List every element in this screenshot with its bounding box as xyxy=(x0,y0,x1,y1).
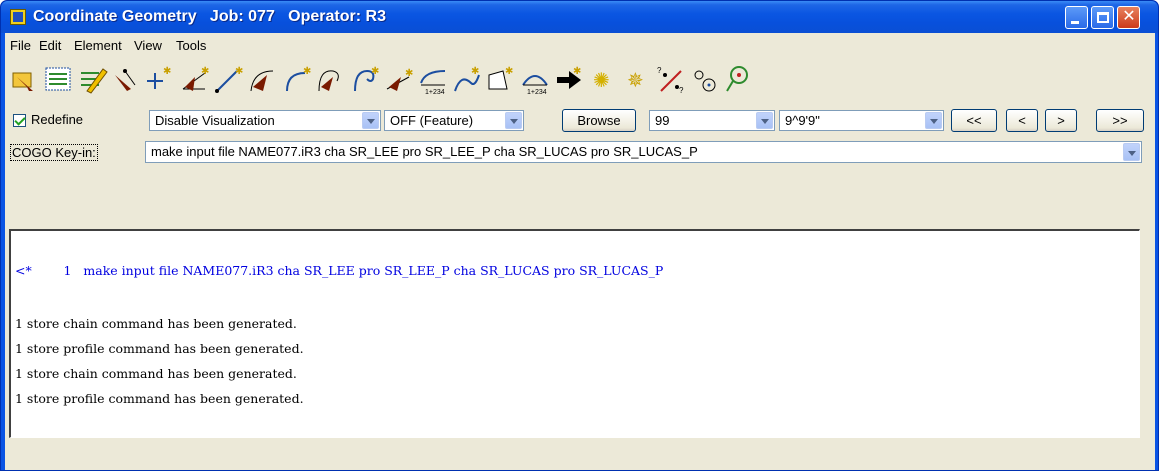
store-point-icon[interactable]: ✱ xyxy=(145,63,177,97)
output-message: 1 store chain command has been generated… xyxy=(15,316,297,331)
close-icon: ✕ xyxy=(1122,8,1136,25)
list-points-icon[interactable] xyxy=(43,63,75,97)
angle-select[interactable]: 9^9'9" xyxy=(779,110,944,131)
line-icon[interactable]: ✱ xyxy=(213,63,245,97)
minimize-icon xyxy=(1071,21,1079,24)
keyin-label: COGO Key-in: xyxy=(10,144,98,161)
search-icon[interactable] xyxy=(723,63,755,97)
edit-points-icon[interactable] xyxy=(77,63,109,97)
chevron-down-icon[interactable] xyxy=(925,112,942,129)
svg-text:?: ? xyxy=(679,86,684,95)
cogo-app-icon[interactable] xyxy=(10,9,26,25)
profile-stationing-icon[interactable]: 1+234 xyxy=(519,63,551,97)
angle-value: 9^9'9" xyxy=(785,113,820,128)
svg-text:✱: ✱ xyxy=(471,66,479,77)
alignment-icon[interactable]: ✱ xyxy=(451,63,483,97)
menu-bar: File Edit Element View Tools xyxy=(5,35,1155,57)
number-select[interactable]: 99 xyxy=(649,110,775,131)
spiral-icon[interactable] xyxy=(315,63,347,97)
output-command-line: <* 1 make input file NAME077.iR3 cha SR_… xyxy=(15,263,664,278)
first-button[interactable]: << xyxy=(951,109,997,132)
last-button[interactable]: >> xyxy=(1096,109,1144,132)
angle-icon[interactable]: ✱ xyxy=(179,63,211,97)
svg-text:✵: ✵ xyxy=(627,70,644,92)
svg-text:✺: ✺ xyxy=(593,70,610,92)
svg-text:✱: ✱ xyxy=(371,66,379,77)
output-message: 1 store profile command has been generat… xyxy=(15,391,304,406)
chevron-down-icon[interactable] xyxy=(1123,143,1140,161)
visualization-select[interactable]: Disable Visualization xyxy=(149,110,381,131)
output-pane[interactable]: <* 1 make input file NAME077.iR3 cha SR_… xyxy=(9,229,1140,438)
output-message: 1 store chain command has been generated… xyxy=(15,366,297,381)
redefine-checkbox[interactable] xyxy=(13,114,26,127)
visualization-value: Disable Visualization xyxy=(155,113,275,128)
stationing-icon[interactable]: 1+234 xyxy=(417,63,449,97)
svg-text:✱: ✱ xyxy=(201,66,209,77)
svg-text:✱: ✱ xyxy=(235,66,243,77)
title-bar[interactable]: Coordinate Geometry Job: 077 Operator: R… xyxy=(1,1,1158,33)
percent-points-icon[interactable]: ?? xyxy=(655,63,687,97)
menu-edit[interactable]: Edit xyxy=(39,38,61,53)
svg-text:1+234: 1+234 xyxy=(425,89,445,96)
curve-point-icon[interactable]: ✱ xyxy=(281,63,313,97)
locate-point-icon[interactable] xyxy=(111,63,143,97)
previous-button[interactable]: < xyxy=(1006,109,1038,132)
select-point-icon[interactable] xyxy=(9,63,41,97)
curve-icon[interactable] xyxy=(247,63,279,97)
svg-text:1+234: 1+234 xyxy=(527,89,547,96)
svg-text:✱: ✱ xyxy=(573,66,581,77)
svg-text:✱: ✱ xyxy=(303,66,311,77)
menu-tools[interactable]: Tools xyxy=(176,38,206,53)
feature-select[interactable]: OFF (Feature) xyxy=(384,110,524,131)
chevron-down-icon[interactable] xyxy=(505,112,522,129)
chain-icon[interactable]: ✱ xyxy=(383,63,415,97)
burst-star-icon[interactable]: ✵ xyxy=(621,63,653,97)
arrow-right-icon[interactable]: ✱ xyxy=(553,63,585,97)
close-button[interactable]: ✕ xyxy=(1117,6,1140,29)
number-value: 99 xyxy=(655,113,670,128)
cogo-toolbar: ✱ ✱ ✱ ✱ ✱ ✱ 1+234 ✱ ✱ 1+234 ✱ ✺ ✵ ? ? xyxy=(9,63,1049,99)
keyin-input[interactable]: make input file NAME077.iR3 cha SR_LEE p… xyxy=(145,141,1142,163)
maximize-icon xyxy=(1097,12,1109,23)
feature-value: OFF (Feature) xyxy=(390,113,474,128)
menu-element[interactable]: Element xyxy=(74,38,122,53)
output-message: 1 store profile command has been generat… xyxy=(15,341,304,356)
next-button[interactable]: > xyxy=(1045,109,1077,132)
maximize-button[interactable] xyxy=(1091,6,1114,29)
circle-points-icon[interactable] xyxy=(689,63,721,97)
chevron-down-icon[interactable] xyxy=(756,112,773,129)
browse-button[interactable]: Browse xyxy=(562,109,636,132)
keyin-row: COGO Key-in: make input file NAME077.iR3… xyxy=(9,141,1149,165)
burst-icon[interactable]: ✺ xyxy=(587,63,619,97)
chevron-down-icon[interactable] xyxy=(362,112,379,129)
menu-view[interactable]: View xyxy=(134,38,162,53)
window-title: Coordinate Geometry Job: 077 Operator: R… xyxy=(33,8,386,25)
svg-text:✱: ✱ xyxy=(405,68,413,79)
svg-text:✱: ✱ xyxy=(505,66,513,77)
redefine-label: Redefine xyxy=(31,112,84,127)
keyin-value: make input file NAME077.iR3 cha SR_LEE p… xyxy=(151,144,698,159)
parcel-icon[interactable]: ✱ xyxy=(485,63,517,97)
cogo-window: Coordinate Geometry Job: 077 Operator: R… xyxy=(0,0,1159,471)
spiral-point-icon[interactable]: ✱ xyxy=(349,63,381,97)
menu-file[interactable]: File xyxy=(10,38,31,53)
options-row: Redefine Disable Visualization OFF (Feat… xyxy=(9,109,1149,133)
client-area: File Edit Element View Tools ✱ ✱ ✱ ✱ ✱ ✱… xyxy=(5,33,1155,470)
svg-text:?: ? xyxy=(657,66,662,75)
svg-text:✱: ✱ xyxy=(163,66,171,77)
minimize-button[interactable] xyxy=(1065,6,1088,29)
